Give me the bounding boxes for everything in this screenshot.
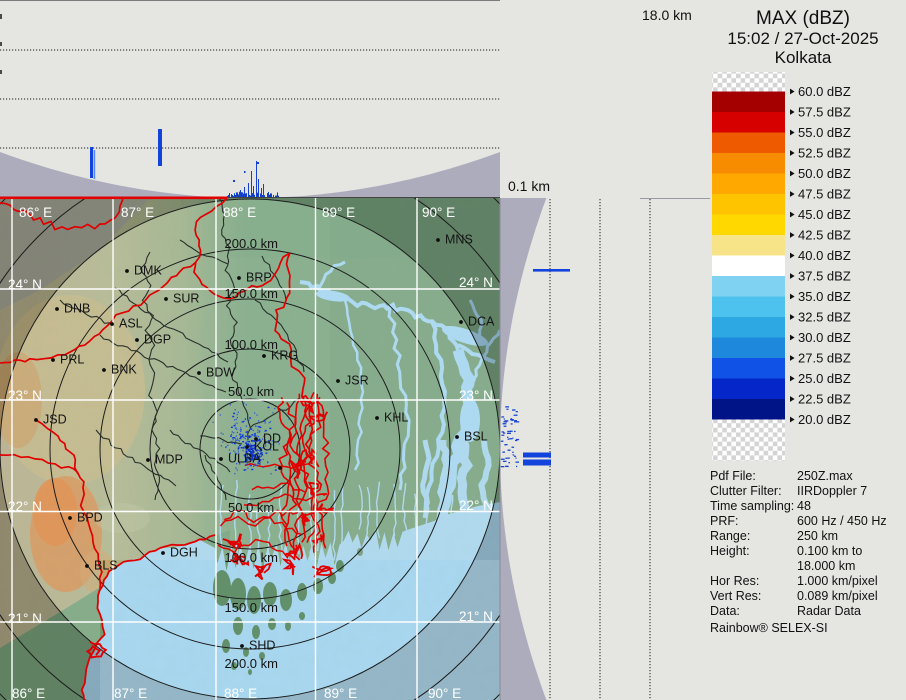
svg-text:18.0 km: 18.0 km [642,7,692,23]
svg-text:BPD: BPD [77,511,103,525]
svg-text:25.0 dBZ: 25.0 dBZ [798,371,851,386]
svg-text:MAX (dBZ): MAX (dBZ) [756,8,850,29]
svg-text:DNB: DNB [64,302,90,316]
svg-text:89° E: 89° E [322,205,355,220]
svg-text:21° N: 21° N [459,609,493,624]
svg-text:90° E: 90° E [422,205,455,220]
svg-text:KRG: KRG [271,349,298,363]
svg-text:100.0 km: 100.0 km [225,550,278,565]
svg-text:JSD: JSD [43,413,67,427]
svg-text:200.0 km: 200.0 km [225,656,278,671]
svg-text:86° E: 86° E [19,205,52,220]
svg-text:37.5 dBZ: 37.5 dBZ [798,269,851,284]
svg-text:JSR: JSR [345,374,369,388]
svg-text:87° E: 87° E [121,205,154,220]
svg-text:50.0 dBZ: 50.0 dBZ [798,166,851,181]
svg-text:Data:: Data: [710,604,740,618]
svg-text:23° N: 23° N [459,388,493,403]
svg-text:48: 48 [797,499,811,513]
svg-text:18.000 km: 18.000 km [797,559,855,573]
svg-text:30.0 dBZ: 30.0 dBZ [798,330,851,345]
svg-text:Pdf File:: Pdf File: [710,469,756,483]
svg-text:21° N: 21° N [8,611,42,626]
svg-text:42.5 dBZ: 42.5 dBZ [798,228,851,243]
svg-text:20.0 dBZ: 20.0 dBZ [798,412,851,427]
svg-text:89° E: 89° E [324,686,357,700]
svg-text:86° E: 86° E [12,686,45,700]
svg-text:Rainbow® SELEX-SI: Rainbow® SELEX-SI [710,621,828,635]
svg-text:Vert Res:: Vert Res: [710,589,761,603]
svg-text:Time sampling:: Time sampling: [710,499,794,513]
svg-text:Kolkata: Kolkata [775,48,832,67]
svg-text:100.0 km: 100.0 km [225,337,278,352]
svg-text:22.5 dBZ: 22.5 dBZ [798,392,851,407]
svg-text:15:02 / 27-Oct-2025: 15:02 / 27-Oct-2025 [727,29,878,48]
svg-text:22° N: 22° N [8,499,42,514]
svg-text:52.5 dBZ: 52.5 dBZ [798,146,851,161]
svg-text:50.0 km: 50.0 km [228,384,274,399]
svg-text:55.0 dBZ: 55.0 dBZ [798,125,851,140]
svg-text:24° N: 24° N [459,275,493,290]
svg-text:57.5 dBZ: 57.5 dBZ [798,105,851,120]
svg-text:87° E: 87° E [114,686,147,700]
svg-text:23° N: 23° N [8,388,42,403]
svg-text:Height:: Height: [710,544,750,558]
svg-text:PRF:: PRF: [710,514,738,528]
svg-text:MNS: MNS [445,233,473,247]
svg-text:90° E: 90° E [428,686,461,700]
svg-text:KHL: KHL [384,411,408,425]
svg-text:600 Hz / 450 Hz: 600 Hz / 450 Hz [797,514,887,528]
svg-text:0.089 km/pixel: 0.089 km/pixel [797,589,878,603]
svg-text:22° N: 22° N [459,498,493,513]
svg-text:250Z.max: 250Z.max [797,469,853,483]
svg-text:35.0 dBZ: 35.0 dBZ [798,289,851,304]
svg-text:ASL: ASL [119,317,143,331]
svg-text:ULBA: ULBA [228,452,261,466]
svg-text:SUR: SUR [173,292,199,306]
svg-text:BSL: BSL [464,430,488,444]
svg-text:BRP: BRP [246,271,272,285]
svg-text:DGP: DGP [144,333,171,347]
svg-text:27.5 dBZ: 27.5 dBZ [798,351,851,366]
svg-text:0.100 km to: 0.100 km to [797,544,862,558]
svg-text:1.000 km/pixel: 1.000 km/pixel [797,574,878,588]
svg-text:45.0 dBZ: 45.0 dBZ [798,207,851,222]
svg-text:150.0 km: 150.0 km [225,286,278,301]
svg-text:Hor Res:: Hor Res: [710,574,759,588]
svg-text:40.0 dBZ: 40.0 dBZ [798,248,851,263]
svg-text:200.0 km: 200.0 km [225,236,278,251]
svg-text:Radar Data: Radar Data [797,604,861,618]
svg-text:47.5 dBZ: 47.5 dBZ [798,187,851,202]
svg-text:Range:: Range: [710,529,750,543]
svg-text:DGH: DGH [170,546,198,560]
svg-text:Clutter Filter:: Clutter Filter: [710,484,782,498]
svg-text:88° E: 88° E [223,205,256,220]
svg-text:150.0 km: 150.0 km [225,600,278,615]
svg-text:88° E: 88° E [224,686,257,700]
svg-text:24° N: 24° N [8,277,42,292]
svg-text:MDP: MDP [155,453,183,467]
svg-text:BDW: BDW [206,366,235,380]
svg-text:250 km: 250 km [797,529,838,543]
svg-text:PRL: PRL [60,353,84,367]
svg-text:DMK: DMK [134,264,162,278]
svg-text:BLS: BLS [94,559,118,573]
svg-text:SHD: SHD [249,639,275,653]
svg-text:32.5 dBZ: 32.5 dBZ [798,310,851,325]
svg-text:IIRDoppler 7: IIRDoppler 7 [797,484,867,498]
svg-text:0.1 km: 0.1 km [508,178,550,194]
svg-text:60.0 dBZ: 60.0 dBZ [798,84,851,99]
svg-text:50.0 km: 50.0 km [228,500,274,515]
svg-text:BNK: BNK [111,363,137,377]
svg-text:DCA: DCA [468,315,495,329]
